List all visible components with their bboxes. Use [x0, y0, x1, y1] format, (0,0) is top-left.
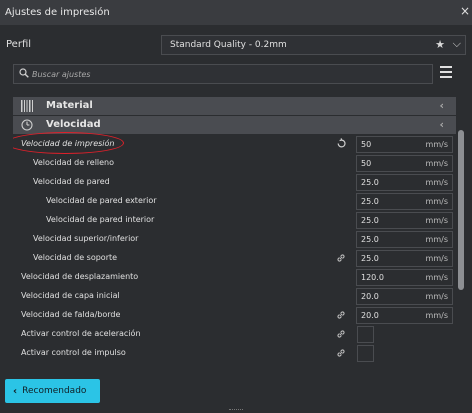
- link-icon[interactable]: [336, 310, 346, 320]
- setting-value: 20.0: [361, 292, 379, 301]
- profile-select[interactable]: Standard Quality - 0.2mm ★ ⌵: [161, 35, 466, 55]
- setting-checkbox[interactable]: [357, 345, 374, 362]
- close-icon[interactable]: ×: [460, 4, 470, 18]
- setting-row: Velocidad de pared interior 25.0 mm/s: [13, 211, 456, 230]
- setting-row: Velocidad de pared exterior 25.0 mm/s: [13, 192, 456, 211]
- setting-label: Velocidad de capa inicial: [21, 291, 120, 300]
- category-material[interactable]: Material ‹: [13, 97, 456, 115]
- window-titlebar: Ajustes de impresión ×: [0, 0, 472, 25]
- search-icon: [19, 68, 29, 78]
- setting-label: Velocidad superior/inferior: [33, 234, 139, 243]
- setting-checkbox[interactable]: [357, 326, 374, 343]
- setting-value-input[interactable]: 25.0 mm/s: [356, 212, 453, 229]
- scrollbar[interactable]: [458, 130, 464, 290]
- setting-value-input[interactable]: 25.0 mm/s: [356, 250, 453, 267]
- setting-label: Velocidad de falda/borde: [21, 310, 121, 319]
- setting-label: Activar control de impulso: [21, 348, 126, 357]
- setting-label: Velocidad de pared: [33, 177, 110, 186]
- setting-value-input[interactable]: 20.0 mm/s: [356, 307, 453, 324]
- profile-label: Perfil: [6, 39, 32, 50]
- setting-row: Velocidad de relleno 50 mm/s: [13, 154, 456, 173]
- setting-value: 25.0: [361, 197, 379, 206]
- setting-value-input[interactable]: 25.0 mm/s: [356, 231, 453, 248]
- setting-row: Velocidad de soporte 25.0 mm/s: [13, 249, 456, 268]
- setting-unit: mm/s: [425, 140, 448, 149]
- setting-unit: mm/s: [425, 311, 448, 320]
- setting-value: 25.0: [361, 254, 379, 263]
- setting-unit: mm/s: [425, 159, 448, 168]
- setting-label: Velocidad de pared interior: [46, 215, 155, 224]
- setting-label: Velocidad de desplazamiento: [21, 272, 139, 281]
- setting-value-input[interactable]: 25.0 mm/s: [356, 193, 453, 210]
- chevron-left-icon: ‹: [439, 118, 444, 131]
- setting-unit: mm/s: [425, 273, 448, 282]
- window-title: Ajustes de impresión: [5, 7, 110, 18]
- chevron-left-icon: ‹: [13, 385, 18, 397]
- setting-unit: mm/s: [425, 216, 448, 225]
- setting-label: Velocidad de soporte: [33, 253, 118, 262]
- setting-row: Velocidad superior/inferior 25.0 mm/s: [13, 230, 456, 249]
- setting-unit: mm/s: [425, 178, 448, 187]
- search-input[interactable]: Buscar ajustes: [13, 64, 433, 84]
- profile-selected-value: Standard Quality - 0.2mm: [170, 40, 287, 50]
- recommended-button[interactable]: ‹ Recomendado: [5, 379, 100, 403]
- setting-label: Activar control de aceleración: [21, 329, 141, 338]
- setting-value-input[interactable]: 120.0 mm/s: [356, 269, 453, 286]
- setting-row: Activar control de aceleración: [13, 325, 456, 344]
- setting-row: Velocidad de desplazamiento 120.0 mm/s: [13, 268, 456, 287]
- category-label: Material: [46, 100, 93, 111]
- setting-row: Activar control de impulso: [13, 344, 456, 363]
- category-velocidad[interactable]: Velocidad ‹: [13, 116, 456, 134]
- setting-label: Velocidad de impresión: [21, 139, 115, 148]
- setting-value-input[interactable]: 20.0 mm/s: [356, 288, 453, 305]
- setting-unit: mm/s: [425, 197, 448, 206]
- link-icon[interactable]: [336, 253, 346, 263]
- search-placeholder: Buscar ajustes: [32, 69, 91, 79]
- reset-icon[interactable]: [336, 138, 347, 149]
- setting-row: Velocidad de pared 25.0 mm/s: [13, 173, 456, 192]
- link-icon[interactable]: [336, 348, 346, 358]
- search-row: Buscar ajustes: [13, 64, 433, 84]
- setting-label: Velocidad de pared exterior: [46, 196, 157, 205]
- category-label: Velocidad: [46, 119, 101, 130]
- setting-row: Velocidad de capa inicial 20.0 mm/s: [13, 287, 456, 306]
- setting-unit: mm/s: [425, 235, 448, 244]
- link-icon[interactable]: [336, 329, 346, 339]
- setting-value-input[interactable]: 25.0 mm/s: [356, 174, 453, 191]
- setting-value: 50: [361, 140, 372, 149]
- hamburger-icon[interactable]: [440, 66, 452, 78]
- setting-value: 25.0: [361, 216, 379, 225]
- setting-value-input[interactable]: 50 mm/s: [356, 155, 453, 172]
- setting-label: Velocidad de relleno: [33, 158, 115, 167]
- setting-row: Velocidad de falda/borde 20.0 mm/s: [13, 306, 456, 325]
- material-icon: [21, 100, 33, 112]
- chevron-down-icon[interactable]: ⌵: [453, 37, 461, 51]
- setting-value: 25.0: [361, 235, 379, 244]
- setting-unit: mm/s: [425, 254, 448, 263]
- recommended-label: Recomendado: [22, 386, 87, 396]
- setting-value: 50: [361, 159, 372, 168]
- settings-panel: Material ‹ Velocidad ‹ Velocidad de impr…: [13, 94, 463, 370]
- setting-value: 25.0: [361, 178, 379, 187]
- resize-grip[interactable]: [229, 409, 243, 412]
- setting-value-input[interactable]: 50 mm/s: [356, 136, 453, 153]
- setting-unit: mm/s: [425, 292, 448, 301]
- star-icon[interactable]: ★: [435, 38, 445, 51]
- speed-icon: [21, 119, 33, 131]
- setting-value: 20.0: [361, 311, 379, 320]
- profile-row: Perfil Standard Quality - 0.2mm ★ ⌵: [0, 33, 472, 57]
- chevron-left-icon: ‹: [439, 99, 444, 112]
- setting-row: Velocidad de impresión 50 mm/s: [13, 132, 456, 154]
- setting-value: 120.0: [361, 273, 384, 282]
